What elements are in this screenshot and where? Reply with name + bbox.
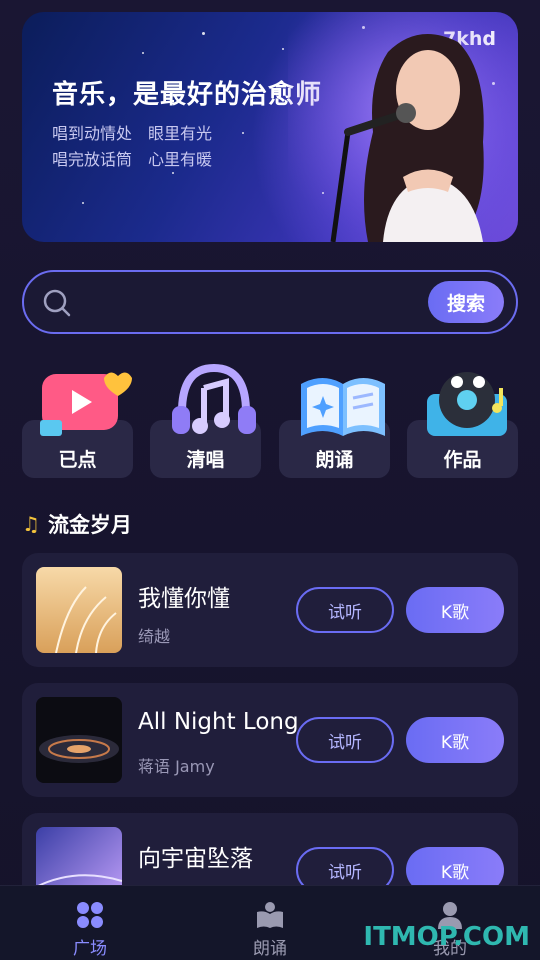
banner-title: 音乐，是最好的治愈师 <box>52 80 323 110</box>
music-note-icon: ♫ <box>22 512 40 536</box>
song-artist: 蒋语 Jamy <box>138 757 215 776</box>
book-reader-icon <box>257 902 283 928</box>
search-bar: 搜索 <box>22 270 518 334</box>
singer-illustration <box>288 12 518 242</box>
category-acapella[interactable]: 清唱 <box>150 364 261 478</box>
app-page: 7khd 音乐，是最好的治愈师 唱到动情处 眼里有光 唱完放话筒 心里有暖 <box>0 0 540 960</box>
search-icon <box>43 289 71 317</box>
category-label: 作品 <box>443 449 482 471</box>
category-label: 已点 <box>58 449 97 471</box>
song-title: 我懂你懂 <box>138 586 230 612</box>
karaoke-button[interactable]: K歌 <box>406 717 504 763</box>
category-ordered[interactable]: 已点 <box>22 372 133 478</box>
song-title: All Night Long <box>138 709 299 735</box>
category-label: 清唱 <box>186 449 225 471</box>
search-button[interactable]: 搜索 <box>428 281 504 323</box>
song-cover <box>36 697 122 783</box>
heart-video-icon <box>40 372 132 436</box>
record-player-icon <box>427 372 507 436</box>
tab-label: 朗诵 <box>253 939 287 959</box>
section-header: ♫ 流金岁月 <box>22 509 132 539</box>
headphones-music-icon <box>172 364 256 434</box>
song-title: 向宇宙坠落 <box>138 846 253 872</box>
song-cover <box>36 567 122 653</box>
karaoke-button[interactable]: K歌 <box>406 587 504 633</box>
hero-banner[interactable]: 7khd 音乐，是最好的治愈师 唱到动情处 眼里有光 唱完放话筒 心里有暖 <box>22 12 518 242</box>
category-recital[interactable]: 朗诵 <box>279 378 390 478</box>
open-book-icon <box>301 378 385 436</box>
search-input[interactable] <box>86 284 426 320</box>
tab-label: 广场 <box>73 939 107 959</box>
category-label: 朗诵 <box>315 449 354 471</box>
song-card[interactable]: 我懂你懂 绮越 试听 K歌 <box>22 553 518 667</box>
preview-button[interactable]: 试听 <box>296 717 394 763</box>
grid-icon <box>77 902 103 928</box>
banner-subtitle-line2: 唱完放话筒 心里有暖 <box>52 150 213 169</box>
song-artist: 绮越 <box>138 627 171 646</box>
banner-subtitle-line1: 唱到动情处 眼里有光 <box>52 124 213 143</box>
song-card[interactable]: All Night Long 蒋语 Jamy 试听 K歌 <box>22 683 518 797</box>
preview-button[interactable]: 试听 <box>296 587 394 633</box>
tab-recital[interactable]: 朗诵 <box>180 886 360 960</box>
category-works[interactable]: 作品 <box>407 372 518 478</box>
watermark-text: ITMOP.COM <box>363 922 530 952</box>
section-title: 流金岁月 <box>47 513 132 537</box>
tab-plaza[interactable]: 广场 <box>0 886 180 960</box>
